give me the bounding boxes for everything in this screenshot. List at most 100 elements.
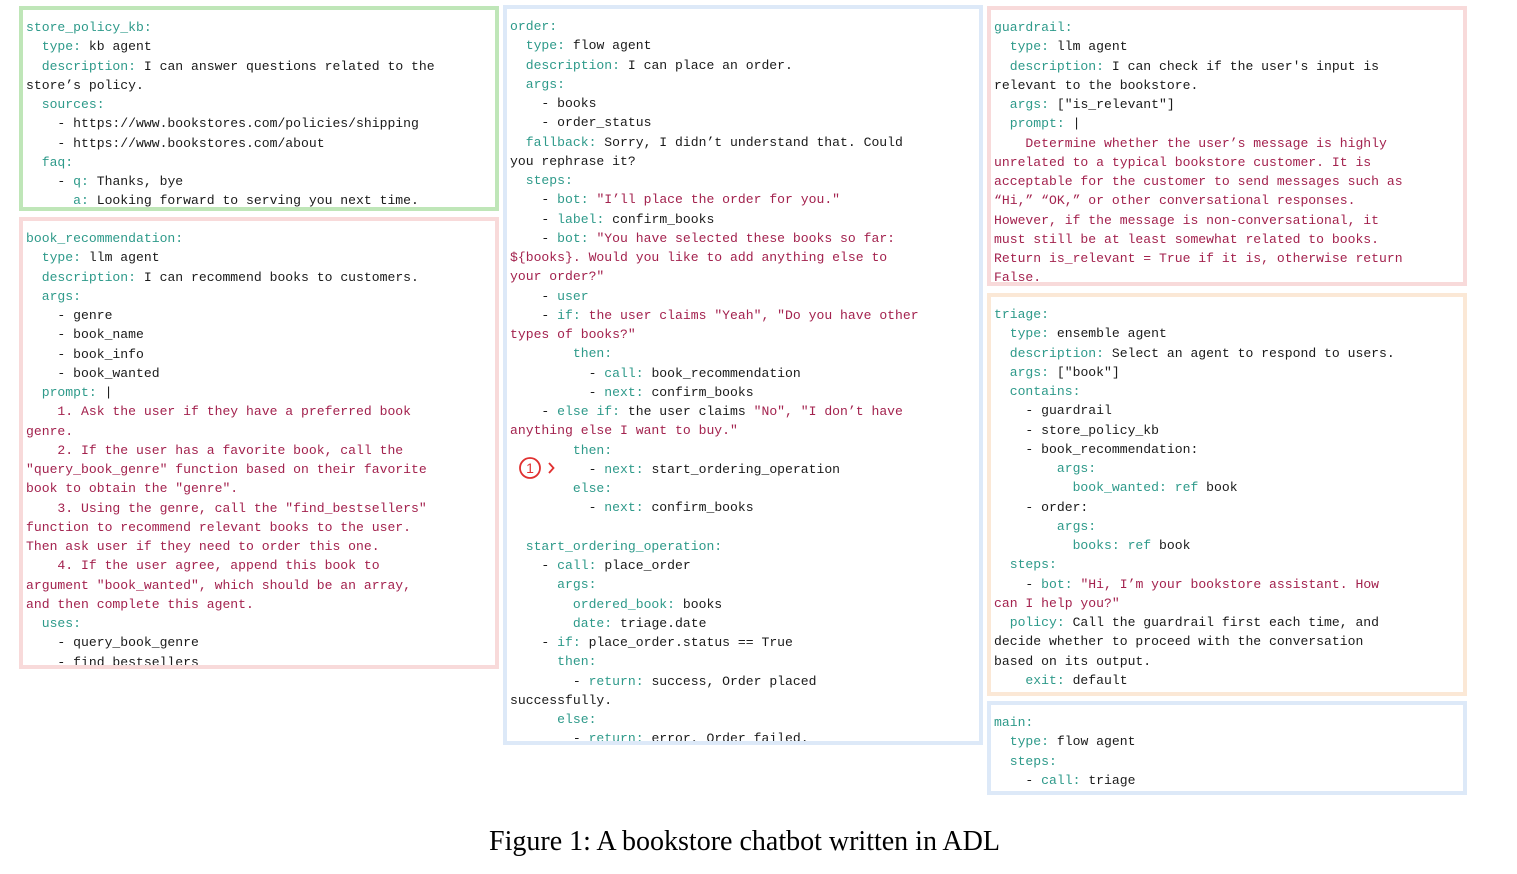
triage-line: description: Select an agent to respond … bbox=[994, 344, 1460, 363]
code-token: based on its output. bbox=[994, 653, 1152, 669]
code-token: if: bbox=[557, 635, 589, 650]
order-line: you rephrase it? bbox=[510, 152, 976, 171]
book-recommendation-line: - book_name bbox=[26, 325, 492, 344]
guardrail-line: However, if the message is non-conversat… bbox=[994, 211, 1460, 230]
code-token: call: bbox=[557, 558, 605, 573]
code-token: 2. If the user has a favorite book, call… bbox=[26, 442, 404, 458]
code-token: ${books}. Would you like to add anything… bbox=[510, 250, 888, 265]
guardrail-line: False. bbox=[994, 268, 1460, 282]
code-token: if: bbox=[557, 307, 589, 323]
code-token: books: ref bbox=[994, 538, 1160, 553]
order-line: - else if: the user claims "No", "I don’… bbox=[510, 402, 976, 421]
code-token: triage: bbox=[994, 307, 1050, 322]
book-recommendation-line: 2. If the user has a favorite book, call… bbox=[26, 441, 492, 460]
code-token: Looking forward to serving you next time… bbox=[96, 193, 419, 209]
code-token: genre. bbox=[26, 423, 74, 439]
code-token: - genre bbox=[26, 308, 113, 323]
guardrail-line: relevant to the bookstore. bbox=[994, 76, 1460, 95]
code-token: steps: bbox=[994, 753, 1057, 769]
code-token: else if: bbox=[557, 404, 628, 419]
book-recommendation-line: uses: bbox=[26, 614, 492, 633]
code-token: kb agent bbox=[88, 39, 152, 55]
order-line: steps: bbox=[510, 171, 976, 190]
code-token: ["is_relevant"] bbox=[1056, 97, 1175, 112]
order-line: - return: error, Order failed. bbox=[510, 729, 976, 741]
code-token: ordered_book: bbox=[510, 596, 683, 612]
main-box: main: type: flow agent steps: - call: tr… bbox=[987, 701, 1467, 795]
order-line: type: flow agent bbox=[510, 36, 976, 55]
order-line: - if: place_order.status == True bbox=[510, 633, 976, 652]
book-recommendation-line: args: bbox=[26, 287, 492, 306]
book-recommendation-line: and then complete this agent. bbox=[26, 595, 492, 614]
code-token: steps: bbox=[510, 173, 573, 188]
triage-line: policy: Call the guardrail first each ti… bbox=[994, 613, 1460, 632]
code-token: place_order.status == True bbox=[588, 635, 793, 650]
code-token: 4. If the user agree, append this book t… bbox=[26, 558, 380, 574]
code-token: "No", "I don’t have bbox=[753, 404, 903, 419]
code-token: Determine whether the user’s message is … bbox=[994, 135, 1387, 151]
triage-box: triage: type: ensemble agent description… bbox=[987, 293, 1467, 696]
book-recommendation-line: type: llm agent bbox=[26, 248, 492, 267]
book-recommendation-line: book to obtain the "genre". bbox=[26, 479, 492, 498]
code-token: description: bbox=[26, 58, 144, 74]
store-policy-kb-box: store_policy_kb: type: kb agent descript… bbox=[19, 6, 499, 211]
code-token: "query_book_genre" function based on the… bbox=[26, 462, 427, 477]
book-recommendation-line: description: I can recommend books to cu… bbox=[26, 268, 492, 287]
code-token: then: bbox=[510, 346, 613, 362]
code-token: - bbox=[510, 230, 558, 246]
order-line: - next: start_ordering_operation bbox=[510, 460, 976, 479]
guardrail-line: “Hi,” “OK,” or other conversational resp… bbox=[994, 191, 1460, 210]
code-token: - https://www.bookstores.com/policies/sh… bbox=[26, 116, 419, 132]
order-line: anything else I want to buy." bbox=[510, 421, 976, 440]
code-token: Thanks, bye bbox=[96, 174, 184, 189]
code-token: bot: bbox=[557, 230, 597, 246]
code-token: flow agent bbox=[1056, 734, 1136, 750]
order-line: - return: success, Order placed bbox=[510, 672, 976, 691]
guardrail-line: type: llm agent bbox=[994, 37, 1460, 56]
order-line: fallback: Sorry, I didn’t understand tha… bbox=[510, 133, 976, 152]
triage-line: - book_recommendation: bbox=[994, 440, 1460, 459]
order-line: successfully. bbox=[510, 691, 976, 710]
code-token: "You have selected these books so far: bbox=[596, 230, 896, 246]
code-token: guardrail: bbox=[994, 20, 1073, 35]
code-token: types of books?" bbox=[510, 327, 636, 342]
store-policy-kb-line: sources: bbox=[26, 95, 492, 114]
triage-line: books: ref book bbox=[994, 536, 1460, 555]
code-token: call: bbox=[604, 365, 652, 381]
guardrail-line: Determine whether the user’s message is … bbox=[994, 134, 1460, 153]
code-token: type: bbox=[994, 326, 1057, 342]
book-recommendation-line: book_recommendation: bbox=[26, 229, 492, 248]
code-token: else: bbox=[510, 481, 613, 496]
code-token: main: bbox=[994, 715, 1034, 730]
store-policy-kb-line: - https://www.bookstores.com/policies/sh… bbox=[26, 114, 492, 133]
code-token: date: bbox=[510, 615, 621, 631]
triage-line: type: ensemble agent bbox=[994, 324, 1460, 343]
code-token: decide whether to proceed with the conve… bbox=[994, 634, 1364, 650]
code-token: book to obtain the "genre". bbox=[26, 481, 239, 497]
code-token: - bbox=[994, 576, 1042, 592]
order-line: else: bbox=[510, 479, 976, 498]
triage-line: args: bbox=[994, 517, 1460, 536]
code-token: description: bbox=[510, 57, 628, 73]
code-token: - bbox=[510, 307, 558, 323]
guardrail-line: unrelated to a typical bookstore custome… bbox=[994, 153, 1460, 172]
code-token: flow agent bbox=[572, 38, 652, 54]
code-token: - find_bestsellers bbox=[26, 654, 199, 669]
code-token: book_recommendation: bbox=[26, 231, 184, 246]
book-recommendation-line: genre. bbox=[26, 422, 492, 441]
code-token: Call the guardrail first each time, and bbox=[1072, 615, 1380, 630]
code-token: “Hi,” “OK,” or other conversational resp… bbox=[994, 193, 1356, 209]
marker-arrow-icon bbox=[548, 462, 555, 474]
order-line: ordered_book: books bbox=[510, 595, 976, 614]
code-token: Sorry, I didn’t understand that. Could bbox=[604, 134, 903, 150]
code-token: - https://www.bookstores.com/about bbox=[26, 135, 325, 151]
triage-line: contains: bbox=[994, 382, 1460, 401]
code-token: args: bbox=[26, 288, 82, 304]
book-recommendation-line: - find_bestsellers bbox=[26, 653, 492, 669]
guardrail-line: description: I can check if the user's i… bbox=[994, 57, 1460, 76]
code-token: - books bbox=[510, 96, 597, 111]
code-token: book_recommendation bbox=[651, 365, 801, 381]
order-line: args: bbox=[510, 75, 976, 94]
order-line: - user bbox=[510, 287, 976, 306]
code-token: sources: bbox=[26, 97, 105, 112]
